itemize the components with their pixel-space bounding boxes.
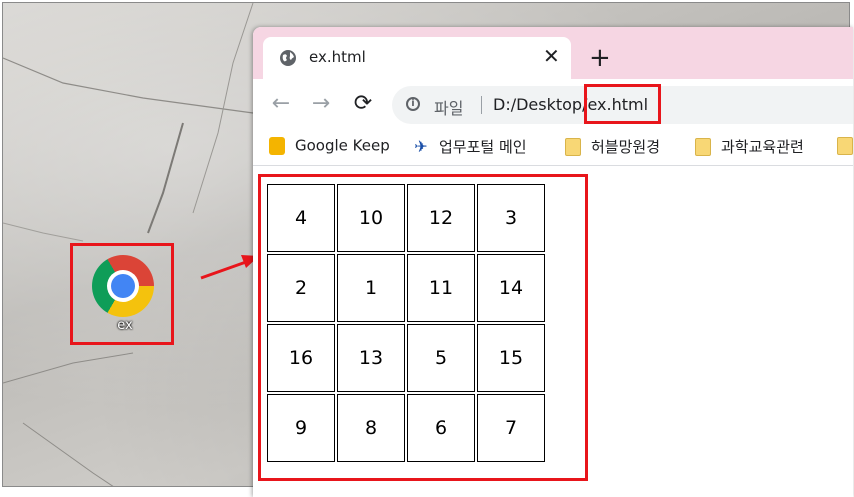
- table-highlight-box: [258, 174, 588, 481]
- portal-icon: ✈: [414, 136, 428, 156]
- toolbar: ← → ⟳ i 파일 D:/Desktop/ex.html: [253, 79, 853, 131]
- bookmark-hubble[interactable]: 허블망원경: [565, 136, 660, 158]
- bookmark-google-keep[interactable]: Google Keep: [269, 136, 390, 158]
- tab-ex-html[interactable]: ex.html ✕: [263, 37, 571, 79]
- globe-icon: [280, 50, 296, 66]
- folder-icon: [837, 136, 853, 155]
- scheme-label: 파일: [434, 99, 464, 118]
- folder-icon: [695, 137, 711, 156]
- bookmark-overflow-folder[interactable]: [837, 136, 853, 158]
- address-separator: [481, 96, 482, 114]
- info-icon[interactable]: i: [406, 97, 420, 111]
- bookmark-portal[interactable]: ✈ 업무포털 메인: [413, 136, 526, 158]
- tab-strip: ex.html ✕ +: [253, 27, 853, 79]
- forward-button[interactable]: →: [309, 93, 333, 117]
- bookmarks-bar: Google Keep ✈ 업무포털 메인 허블망원경 과학교육관련: [253, 131, 853, 166]
- folder-icon: [565, 137, 581, 156]
- keep-icon: [269, 136, 285, 155]
- reload-button[interactable]: ⟳: [351, 93, 375, 117]
- tab-title: ex.html: [309, 48, 366, 66]
- new-tab-button[interactable]: +: [589, 45, 611, 71]
- url-highlight-box: [584, 84, 661, 124]
- bookmark-science[interactable]: 과학교육관련: [695, 136, 804, 158]
- close-icon[interactable]: ✕: [543, 46, 560, 66]
- back-button[interactable]: ←: [269, 93, 293, 117]
